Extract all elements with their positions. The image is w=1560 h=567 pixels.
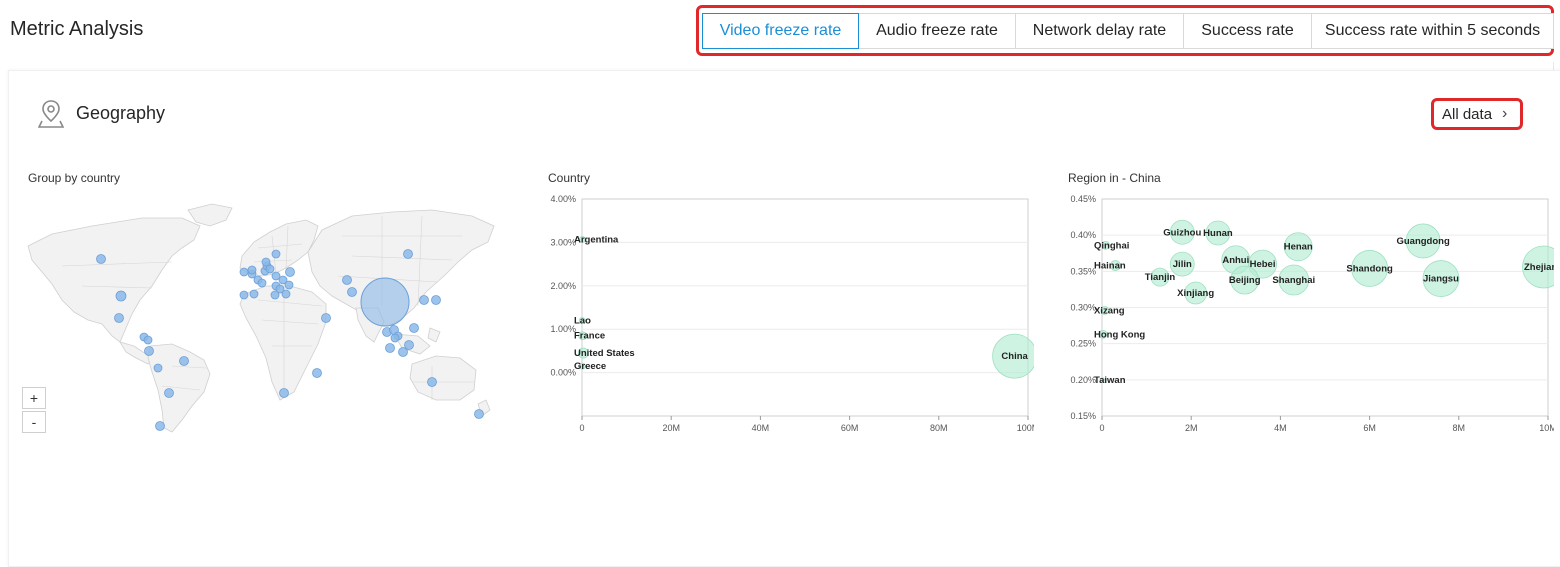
- point-label: Lao: [574, 316, 591, 327]
- all-data-button[interactable]: All data ›: [1431, 98, 1523, 130]
- map-label: Group by country: [28, 171, 121, 185]
- chevron-right-icon: ›: [1502, 105, 1508, 122]
- y-tick-label: 0.00%: [550, 368, 576, 378]
- point-label: Guangdong: [1396, 236, 1449, 247]
- tab-success-rate-5s[interactable]: Success rate within 5 seconds: [1312, 13, 1554, 49]
- region-scatter-chart: 0.15% 0.20% 0.25% 0.30% 0.35% 0.40% 0.45% 0 2M 4M…: [1070, 194, 1554, 433]
- point-label: United States: [574, 348, 635, 359]
- y-tick-label: 0.30%: [1070, 303, 1096, 313]
- tab-network-delay-rate[interactable]: Network delay rate: [1016, 13, 1184, 49]
- china-marker: [360, 277, 410, 327]
- point-label: Shanghai: [1272, 275, 1315, 286]
- point-label: Taiwan: [1094, 375, 1126, 386]
- point-label: Shandong: [1346, 263, 1393, 274]
- tab-audio-freeze-rate[interactable]: Audio freeze rate: [859, 13, 1016, 49]
- point-label: Zhejiang: [1524, 262, 1554, 273]
- y-tick-label: 0.20%: [1070, 375, 1096, 385]
- y-tick-label: 0.15%: [1070, 411, 1096, 421]
- country-scatter-chart: 0.00% 1.00% 2.00% 3.00% 4.00% 0 20M 40M 60M 80M 10…: [550, 194, 1034, 433]
- y-tick-label: 3.00%: [550, 237, 576, 247]
- point-label: Qinghai: [1094, 240, 1129, 251]
- y-tick-label: 0.35%: [1070, 266, 1096, 276]
- region-chart-title: Region in - China: [1068, 171, 1161, 185]
- x-tick-label: 4M: [1274, 423, 1287, 433]
- section-title: Geography: [76, 103, 166, 123]
- all-data-label: All data: [1442, 105, 1493, 123]
- x-tick-label: 100M: [1017, 423, 1034, 433]
- x-tick-label: 10M: [1539, 423, 1554, 433]
- zoom-out-button[interactable]: -: [22, 411, 46, 433]
- point-label: Anhui: [1222, 255, 1249, 266]
- point-label: Guizhou: [1163, 227, 1201, 238]
- x-tick-label: 8M: [1453, 423, 1466, 433]
- point-label: Henan: [1284, 242, 1313, 253]
- tab-video-freeze-rate[interactable]: Video freeze rate: [702, 13, 859, 49]
- world-map[interactable]: [22, 196, 518, 436]
- x-tick-label: 80M: [930, 423, 948, 433]
- map-landmass: [27, 203, 495, 433]
- y-tick-label: 0.40%: [1070, 230, 1096, 240]
- x-tick-label: 0: [1099, 423, 1104, 433]
- x-tick-label: 2M: [1185, 423, 1198, 433]
- tab-success-rate[interactable]: Success rate: [1184, 13, 1312, 49]
- point-label: Jiangsu: [1423, 274, 1459, 285]
- metric-tabs: Video freeze rate Audio freeze rate Netw…: [702, 13, 1554, 49]
- y-tick-label: 0.45%: [1070, 194, 1096, 204]
- point-label: Greece: [574, 361, 606, 372]
- x-tick-label: 0: [579, 423, 584, 433]
- y-tick-label: 0.25%: [1070, 339, 1096, 349]
- point-label: Jilin: [1173, 259, 1192, 270]
- country-chart-title: Country: [548, 171, 591, 185]
- point-label: Xizang: [1094, 305, 1125, 316]
- point-label: Hebei: [1250, 259, 1276, 270]
- y-tick-label: 4.00%: [550, 194, 576, 204]
- x-tick-label: 60M: [841, 423, 859, 433]
- point-label: France: [574, 331, 605, 342]
- x-tick-label: 20M: [662, 423, 680, 433]
- plot-frame: [581, 198, 1029, 417]
- point-label: Hong Kong: [1094, 329, 1145, 340]
- point-label: China: [1001, 351, 1028, 362]
- point-label: Hainan: [1094, 261, 1126, 272]
- map-pin-icon: [38, 100, 64, 128]
- y-tick-label: 2.00%: [550, 281, 576, 291]
- x-tick-label: 40M: [752, 423, 770, 433]
- zoom-in-button[interactable]: +: [22, 387, 46, 409]
- y-tick-label: 1.00%: [550, 324, 576, 334]
- page-title: Metric Analysis: [10, 18, 144, 40]
- point-label: Xinjiang: [1177, 288, 1214, 299]
- point-label: Hunan: [1203, 228, 1233, 239]
- x-tick-label: 6M: [1363, 423, 1376, 433]
- point-label: Argentina: [574, 234, 619, 245]
- point-label: Beijing: [1229, 275, 1261, 286]
- point-label: Tianjin: [1145, 272, 1176, 283]
